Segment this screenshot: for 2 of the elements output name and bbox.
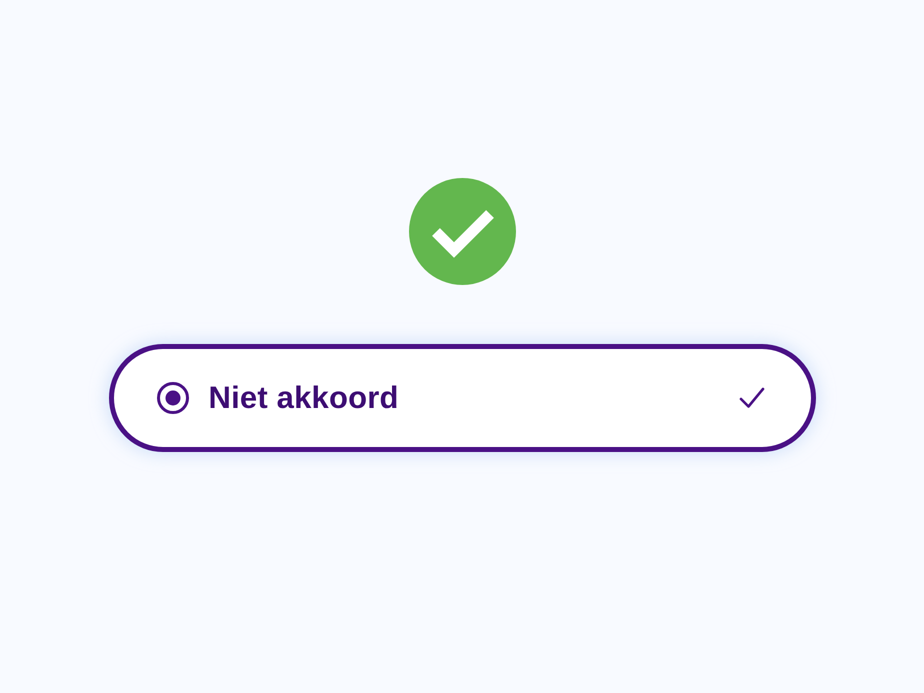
option-button[interactable]: Niet akkoord bbox=[108, 344, 816, 452]
radio-icon[interactable] bbox=[156, 382, 188, 414]
